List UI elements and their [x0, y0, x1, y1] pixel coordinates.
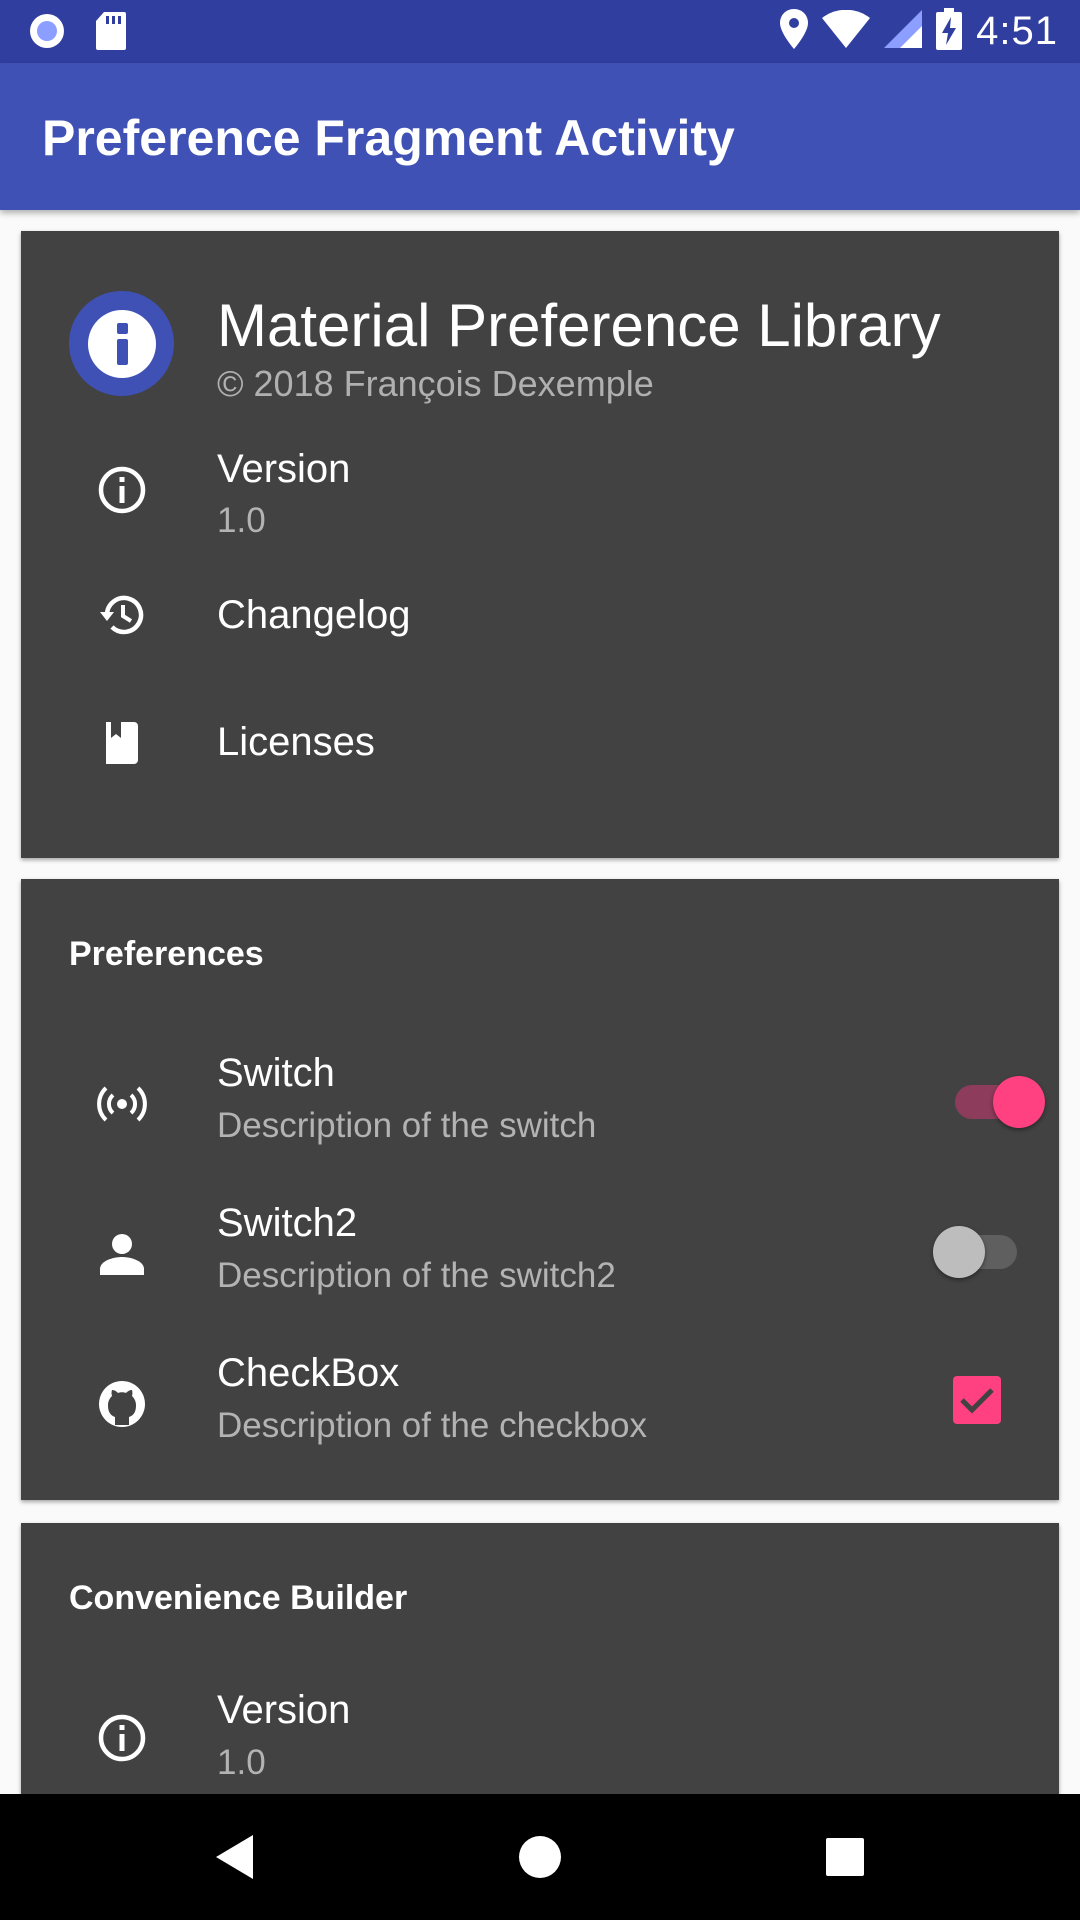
pref-summary: Description of the switch2	[217, 1256, 616, 1295]
pref-title: Version	[217, 1688, 351, 1732]
pref-builder-version[interactable]: Version 1.0	[21, 1673, 1059, 1794]
back-button[interactable]	[200, 1822, 270, 1892]
pref-title: Changelog	[217, 593, 411, 637]
home-circle-icon	[519, 1836, 561, 1878]
app-bar-title: Preference Fragment Activity	[42, 110, 735, 166]
pref-switch2[interactable]: Switch2 Description of the switch2	[21, 1179, 1059, 1329]
battery-charging-icon	[936, 8, 963, 55]
recents-button[interactable]	[810, 1822, 880, 1892]
check-icon	[960, 1388, 994, 1414]
preference-list[interactable]: Material Preference Library © 2018 Franç…	[0, 210, 1080, 1794]
status-bar: 4:51	[0, 0, 1080, 63]
person-icon	[97, 1229, 147, 1279]
wireless-icon	[97, 1079, 147, 1129]
status-time: 4:51	[976, 9, 1058, 53]
pref-title: Switch2	[217, 1201, 358, 1245]
info-icon	[97, 1713, 147, 1763]
pref-summary: 1.0	[217, 501, 266, 540]
about-title: Material Preference Library	[217, 292, 941, 359]
app-logo-info-icon	[69, 291, 174, 396]
sd-card-icon	[96, 12, 126, 55]
switch2-toggle-off[interactable]	[933, 1217, 1025, 1278]
about-subtitle: © 2018 François Dexemple	[217, 363, 654, 404]
pref-changelog[interactable]: Changelog	[21, 561, 1059, 671]
pref-version[interactable]: Version 1.0	[21, 431, 1059, 551]
cell-signal-icon	[884, 10, 923, 53]
history-icon	[97, 590, 147, 640]
preferences-card: Preferences Switch Description of the sw…	[21, 879, 1059, 1500]
pref-licenses[interactable]: Licenses	[21, 686, 1059, 801]
info-icon	[97, 465, 147, 515]
app-bar: Preference Fragment Activity	[0, 63, 1080, 210]
pref-summary: Description of the switch	[217, 1106, 597, 1145]
about-card: Material Preference Library © 2018 Franç…	[21, 231, 1059, 858]
checkbox-checked[interactable]	[953, 1376, 1001, 1424]
wifi-icon	[822, 9, 871, 53]
category-title: Preferences	[69, 935, 264, 973]
home-button[interactable]	[505, 1822, 575, 1892]
navigation-bar	[0, 1794, 1080, 1920]
builder-card: Convenience Builder Version 1.0	[21, 1523, 1059, 1794]
pref-title: Switch	[217, 1051, 335, 1095]
book-icon	[97, 718, 147, 768]
github-icon	[97, 1379, 147, 1429]
category-title: Convenience Builder	[69, 1579, 408, 1617]
back-triangle-icon	[216, 1835, 253, 1879]
pref-switch[interactable]: Switch Description of the switch	[21, 1029, 1059, 1179]
pref-summary: 1.0	[217, 1743, 266, 1782]
about-header: Material Preference Library © 2018 Franç…	[21, 231, 1059, 404]
pref-title: CheckBox	[217, 1351, 400, 1395]
switch-thumb	[993, 1076, 1045, 1128]
notification-circle-icon	[28, 12, 66, 55]
recents-square-icon	[826, 1838, 864, 1876]
pref-summary: Description of the checkbox	[217, 1406, 647, 1445]
pref-title: Licenses	[217, 720, 375, 764]
switch-thumb	[933, 1226, 985, 1278]
pref-checkbox[interactable]: CheckBox Description of the checkbox	[21, 1329, 1059, 1479]
switch-toggle-on[interactable]	[947, 1067, 1045, 1128]
location-icon	[780, 9, 809, 54]
pref-title: Version	[217, 447, 351, 491]
